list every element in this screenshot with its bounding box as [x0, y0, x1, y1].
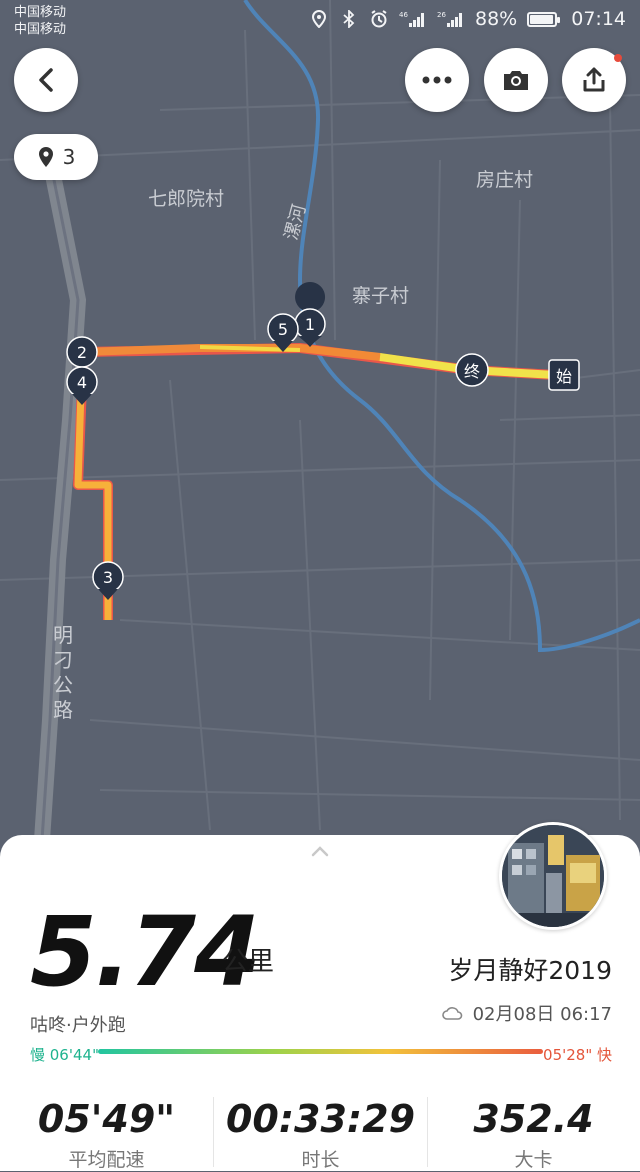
workout-date: 02月08日 06:17: [441, 1000, 612, 1026]
signal-icon: 26: [437, 9, 465, 29]
marker-count-pill[interactable]: 3: [14, 134, 98, 180]
alarm-icon: [369, 9, 389, 29]
stat-calories: 352.4 大卡: [427, 1097, 640, 1172]
bluetooth-icon: [339, 9, 359, 29]
more-dots-icon: [422, 76, 452, 84]
route-marker-2[interactable]: 2: [66, 336, 98, 368]
status-bar: 中国移动 中国移动 46 26 88% 07:14: [0, 0, 640, 44]
svg-text:46: 46: [399, 11, 408, 19]
map-label-road: 明刁公路: [53, 623, 73, 722]
sport-type: 咕咚·户外跑: [30, 1015, 126, 1036]
svg-text:始: 始: [556, 367, 572, 386]
stat-average-pace: 05'49" 平均配速: [0, 1097, 213, 1172]
stat-label: 时长: [301, 1149, 340, 1171]
carrier-label: 中国移动: [14, 22, 67, 37]
svg-text:1: 1: [305, 315, 315, 334]
camera-button[interactable]: [484, 48, 548, 112]
pace-fast-label: 05'28" 快: [543, 1046, 612, 1064]
stat-value: 05'49": [37, 1097, 176, 1141]
svg-text:2: 2: [77, 343, 87, 362]
camera-icon: [504, 71, 528, 90]
cloud-icon: [441, 1007, 462, 1020]
notification-dot: [614, 54, 622, 62]
chevron-left-icon: [39, 68, 53, 92]
more-button[interactable]: [405, 48, 469, 112]
datetime: 02月08日 06:17: [472, 1004, 612, 1025]
map-pin-icon: [38, 147, 53, 167]
map-label-village: 房庄村: [476, 169, 533, 191]
clock: 07:14: [571, 8, 626, 30]
avatar[interactable]: [499, 822, 607, 930]
svg-text:4: 4: [77, 373, 87, 392]
battery-icon: [527, 11, 561, 27]
svg-text:26: 26: [437, 11, 446, 19]
username[interactable]: 岁月静好2019: [448, 951, 612, 987]
route-end-marker[interactable]: 终: [455, 353, 489, 387]
carrier-info: 中国移动 中国移动: [14, 4, 66, 38]
stat-duration: 00:33:29 时长: [214, 1097, 427, 1172]
distance-unit: 公里: [222, 947, 275, 977]
carrier-label: 中国移动: [14, 5, 67, 20]
share-button[interactable]: [562, 48, 626, 112]
svg-text:终: 终: [464, 362, 480, 381]
location-icon: [309, 9, 329, 29]
stat-label: 平均配速: [68, 1149, 145, 1171]
stat-value: 00:33:29: [225, 1097, 416, 1141]
pace-gradient-bar: [98, 1049, 543, 1054]
marker-count: 3: [62, 145, 76, 169]
svg-text:3: 3: [103, 568, 113, 587]
signal-icon: 46: [399, 9, 427, 29]
back-button[interactable]: [14, 48, 78, 112]
chevron-up-icon[interactable]: [310, 845, 330, 857]
stat-label: 大卡: [514, 1149, 553, 1171]
svg-text:5: 5: [278, 320, 288, 339]
route-start-marker[interactable]: 始: [548, 359, 580, 391]
battery-percent: 88%: [475, 8, 518, 30]
map-label-village: 七郎院村: [148, 188, 224, 210]
share-icon: [583, 67, 605, 92]
pace-slow-label: 慢 06'44": [30, 1046, 99, 1064]
stat-value: 352.4: [473, 1097, 594, 1141]
map-label-village: 寨子村: [352, 285, 409, 307]
